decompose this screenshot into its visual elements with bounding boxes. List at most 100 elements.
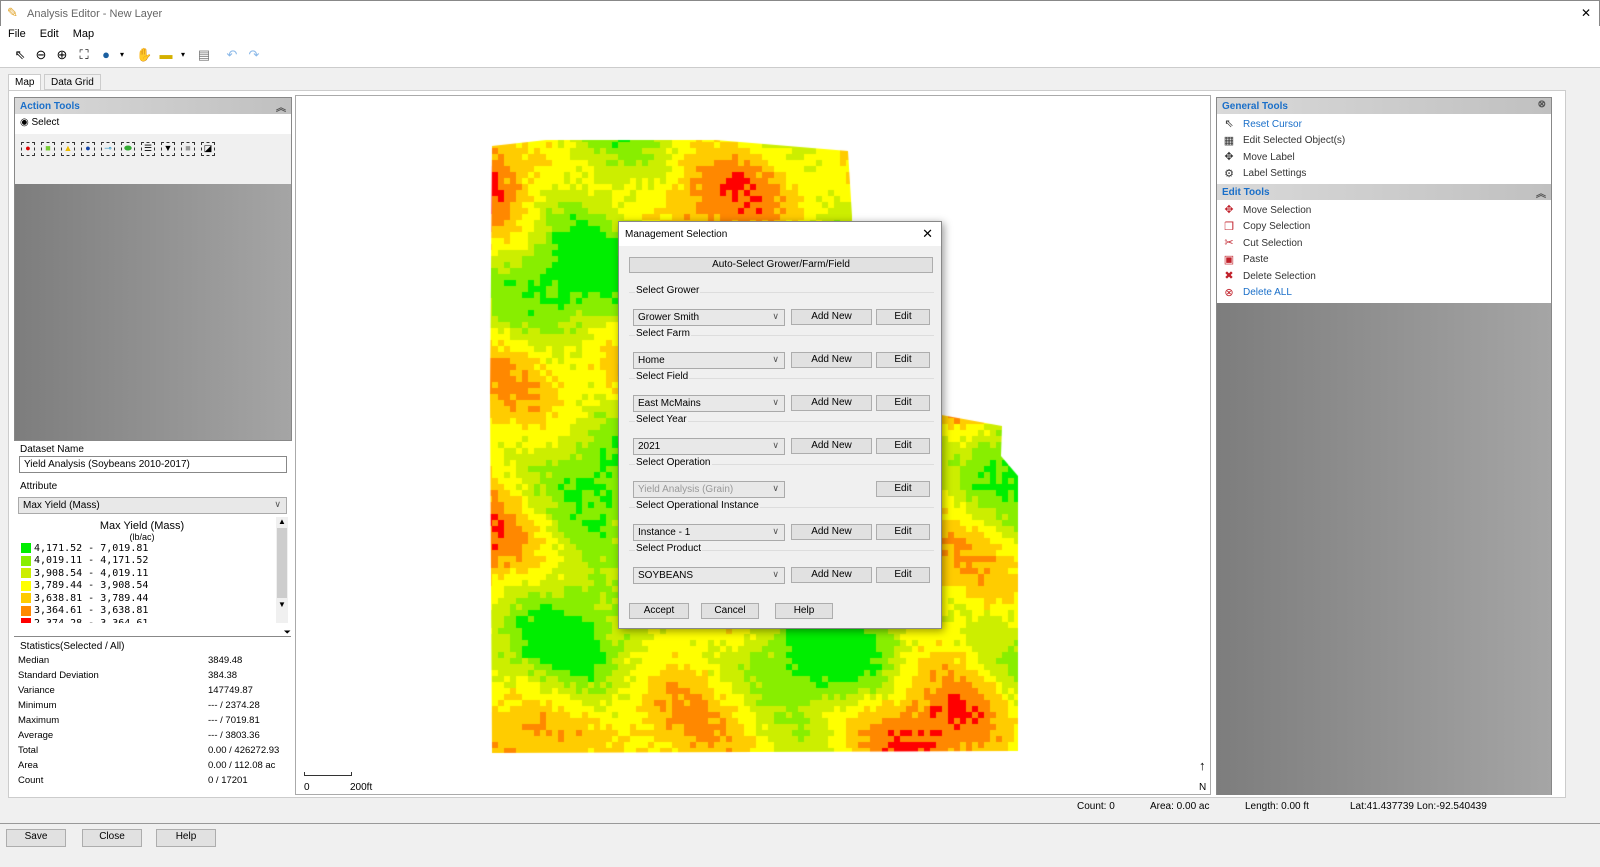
select-all-icon[interactable]: ■ [181, 142, 195, 156]
tool-item[interactable]: ✥ Move Label [1217, 149, 1551, 166]
tool-item[interactable]: ⇖ Reset Cursor [1217, 116, 1551, 133]
status-length: Length: 0.00 ft [1245, 801, 1309, 812]
select-radio[interactable]: ◉ Select [15, 114, 291, 134]
toolbar: ⇖ ⊖ ⊕ ⛶ ● ▾ ✋ ▬ ▾ ▤ ↶ ↷ [0, 42, 1600, 68]
group-select[interactable]: SOYBEANS ∨ [633, 567, 785, 584]
group-select: Yield Analysis (Grain) ∨ [633, 481, 785, 498]
chevron-down-icon[interactable]: ▾ [114, 47, 130, 63]
tool-item[interactable]: ⚙ Label Settings [1217, 166, 1551, 183]
statistic-label: Variance [18, 685, 55, 696]
statistic-value: --- / 2374.28 [208, 700, 260, 711]
group-label: Select Operational Instance [635, 500, 760, 511]
legend-item: 3,908.54 - 4,019.11 [21, 567, 276, 580]
menu-map[interactable]: Map [73, 28, 94, 40]
group-select[interactable]: Grower Smith ∨ [633, 309, 785, 326]
close-dialog-button[interactable]: ✕ [922, 226, 933, 242]
legend-item: 2,374.28 - 3,364.61 [21, 617, 276, 623]
legend-scrollbar[interactable]: ▲ ▼ [276, 517, 288, 623]
close-window-button[interactable]: ✕ [1581, 6, 1591, 20]
edit-button[interactable]: Edit [876, 481, 930, 497]
undo-icon[interactable]: ↶ [224, 47, 240, 63]
attribute-select[interactable]: Max Yield (Mass) ∨ [18, 497, 287, 514]
group-select[interactable]: 2021 ∨ [633, 438, 785, 455]
measure-ruler-icon[interactable]: ▬ [158, 47, 174, 63]
redo-icon[interactable]: ↷ [246, 47, 262, 63]
legend-item: 4,171.52 - 7,019.81 [21, 542, 276, 555]
chevron-down-icon[interactable]: ▾ [175, 47, 191, 63]
tab-map[interactable]: Map [8, 74, 42, 90]
scrollbar-thumb[interactable] [277, 528, 287, 598]
help-bottom-button[interactable]: Help [156, 829, 216, 847]
tool-item[interactable]: ✥ Move Selection [1217, 202, 1551, 219]
save-button[interactable]: Save [6, 829, 66, 847]
collapse-icon[interactable]: ⊗ [1538, 99, 1546, 110]
splitter-expand-icon[interactable]: ⏷ [14, 628, 291, 637]
scale-end: 200ft [350, 782, 373, 793]
zoom-out-icon[interactable]: ⊖ [33, 47, 49, 63]
select-line-icon[interactable]: ⊸ [101, 142, 115, 156]
dataset-name-input[interactable]: Yield Analysis (Soybeans 2010-2017) [19, 456, 287, 473]
add-new-button[interactable]: Add New [791, 438, 872, 454]
zoom-extent-icon[interactable]: ⛶ [76, 47, 92, 63]
edit-button[interactable]: Edit [876, 524, 930, 540]
select-group: Select Grower Grower Smith ∨ Add New Edit [629, 285, 934, 332]
group-label: Select Grower [635, 285, 701, 296]
edit-button[interactable]: Edit [876, 352, 930, 368]
tab-data-grid[interactable]: Data Grid [44, 74, 101, 90]
select-circle-icon[interactable]: ● [81, 142, 95, 156]
tool-item[interactable]: ▣ Paste [1217, 252, 1551, 269]
legend-range: 4,019.11 - 4,171.52 [34, 555, 149, 567]
zoom-in-icon[interactable]: ⊕ [54, 47, 70, 63]
collapse-icon[interactable]: ︽ [1536, 185, 1546, 200]
add-new-button[interactable]: Add New [791, 395, 872, 411]
select-rectangle-icon[interactable]: ■ [41, 142, 55, 156]
accept-button[interactable]: Accept [629, 603, 689, 619]
tool-label: Reset Cursor [1243, 118, 1302, 130]
chevron-down-icon: ∨ [772, 569, 779, 579]
add-new-button[interactable]: Add New [791, 309, 872, 325]
add-new-button[interactable]: Add New [791, 524, 872, 540]
add-new-button[interactable]: Add New [791, 567, 872, 583]
panel-title: Edit Tools [1222, 187, 1270, 198]
legend-swatch [21, 605, 31, 616]
filter-icon[interactable]: ▼ [161, 142, 175, 156]
group-select[interactable]: East McMains ∨ [633, 395, 785, 412]
edit-button[interactable]: Edit [876, 309, 930, 325]
globe-zoom-icon[interactable]: ● [98, 47, 114, 63]
group-select[interactable]: Home ∨ [633, 352, 785, 369]
statistic-label: Total [18, 745, 39, 756]
select-polygon-icon[interactable]: ▲ [61, 142, 75, 156]
chevron-down-icon: ∨ [772, 311, 779, 321]
tool-item[interactable]: ❐ Copy Selection [1217, 219, 1551, 236]
tool-item[interactable]: ⊗ Delete ALL [1217, 285, 1551, 302]
tool-label: Paste [1243, 254, 1269, 266]
group-label: Select Year [635, 414, 688, 425]
tool-item[interactable]: ✂ Cut Selection [1217, 235, 1551, 252]
select-list-icon[interactable]: ☰ [141, 142, 155, 156]
edit-button[interactable]: Edit [876, 438, 930, 454]
delete-selection-icon: ✖ [1224, 270, 1234, 283]
auto-select-button[interactable]: Auto-Select Grower/Farm/Field [629, 257, 933, 273]
menu-file[interactable]: File [8, 28, 26, 40]
pan-hand-icon[interactable]: ✋ [136, 47, 152, 63]
tool-item[interactable]: ▦ Edit Selected Object(s) [1217, 133, 1551, 150]
cancel-button[interactable]: Cancel [701, 603, 759, 619]
help-button[interactable]: Help [775, 603, 833, 619]
statistic-label: Median [18, 655, 50, 666]
statistic-label: Average [18, 730, 54, 741]
panel-title: Action Tools [20, 101, 80, 112]
edit-button[interactable]: Edit [876, 567, 930, 583]
invert-selection-icon[interactable]: ◪ [201, 142, 215, 156]
edit-button[interactable]: Edit [876, 395, 930, 411]
menu-edit[interactable]: Edit [40, 28, 59, 40]
group-select[interactable]: Instance - 1 ∨ [633, 524, 785, 541]
edit-tools-header: Edit Tools ︽ [1217, 184, 1551, 200]
layer-properties-icon[interactable]: ▤ [196, 47, 212, 63]
collapse-icon[interactable]: ︽ [276, 99, 286, 114]
add-new-button[interactable]: Add New [791, 352, 872, 368]
select-cursor-icon[interactable]: ⇖ [12, 47, 28, 63]
tool-item[interactable]: ✖ Delete Selection [1217, 268, 1551, 285]
close-button[interactable]: Close [82, 829, 142, 847]
select-ellipse-icon[interactable]: ⬬ [121, 142, 135, 156]
select-point-icon[interactable]: ● [21, 142, 35, 156]
